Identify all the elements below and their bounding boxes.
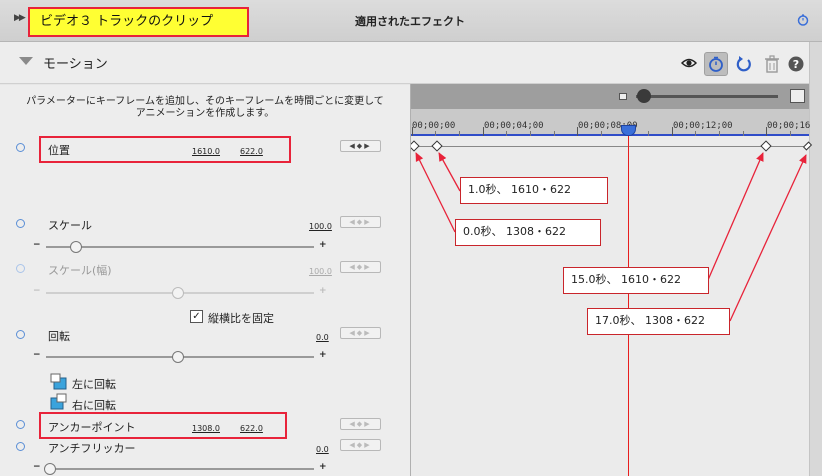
callout-keyframe-1s: 1.0秒、 1610・622 [460,177,608,204]
annotation-arrows [415,152,807,322]
callout-keyframe-15s: 15.0秒、 1610・622 [563,267,709,294]
callout-keyframe-17s: 17.0秒、 1308・622 [587,308,730,335]
callout-keyframe-0s: 0.0秒、 1308・622 [455,219,601,246]
